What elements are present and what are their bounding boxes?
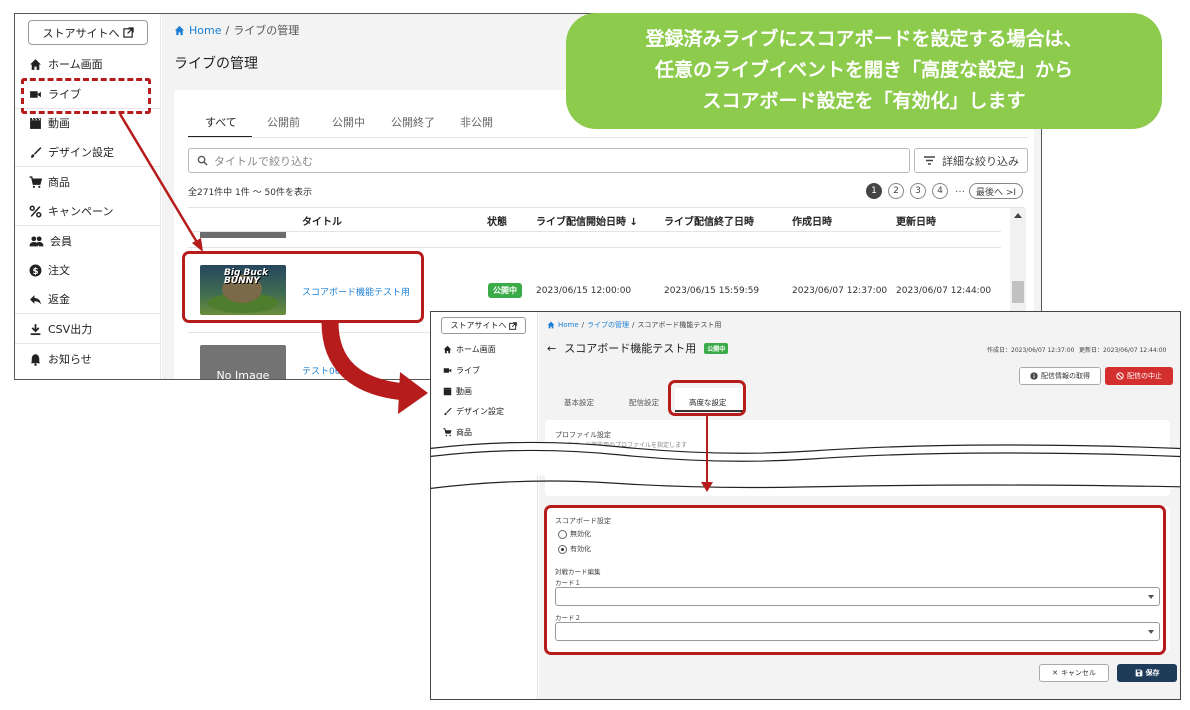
annotation-arrow-down [701,416,713,492]
